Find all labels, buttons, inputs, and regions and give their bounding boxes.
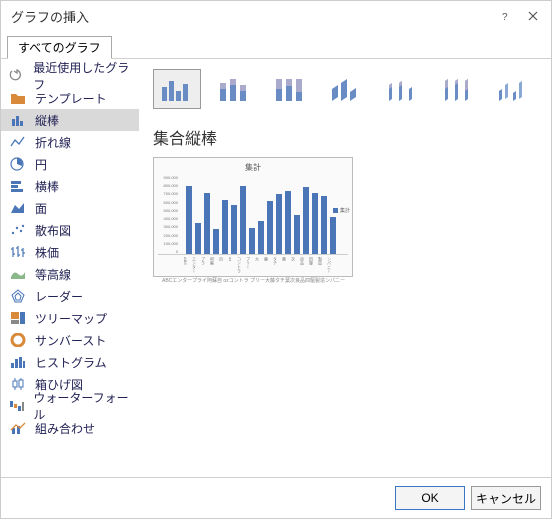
bar [222, 200, 228, 254]
bar [267, 201, 273, 254]
sidebar-item-label: 等高線 [35, 266, 71, 283]
histogram-chart-icon [9, 354, 27, 370]
chart-subtype-row [153, 69, 537, 109]
bar [231, 205, 237, 254]
subtype-100stacked-column[interactable] [265, 69, 313, 109]
subtype-stacked-column[interactable] [209, 69, 257, 109]
bar [321, 196, 327, 254]
scatter-chart-icon [9, 222, 27, 238]
sidebar-item-recent[interactable]: 最近使用したグラフ [1, 65, 139, 87]
surface-chart-icon [9, 266, 27, 282]
preview-title: 集計 [158, 162, 348, 173]
preview-bars [186, 175, 344, 254]
bar [213, 229, 219, 254]
bar [195, 223, 201, 254]
svg-text:?: ? [502, 12, 508, 21]
sidebar-item-pie[interactable]: 円 [1, 153, 139, 175]
sidebar-item-surface[interactable]: 等高線 [1, 263, 139, 285]
close-button[interactable] [519, 4, 547, 28]
help-button[interactable]: ? [491, 4, 519, 28]
dialog-buttons: OK キャンセル [1, 477, 551, 518]
sidebar-item-label: 縦棒 [35, 112, 59, 129]
preview-yaxis: 900,000800,000700,000600,000500,000400,0… [156, 175, 178, 254]
bar [294, 215, 300, 255]
bar [285, 191, 291, 254]
sidebar-item-stock[interactable]: 株価 [1, 241, 139, 263]
cancel-button[interactable]: キャンセル [471, 486, 541, 510]
column-chart-icon [9, 112, 27, 128]
bar [240, 186, 246, 254]
sidebar-item-area[interactable]: 面 [1, 197, 139, 219]
sidebar-item-label: 面 [35, 200, 47, 217]
waterfall-chart-icon [9, 398, 25, 414]
combo-chart-icon [9, 420, 27, 436]
sidebar-item-line[interactable]: 折れ線 [1, 131, 139, 153]
subtype-clustered-column[interactable] [153, 69, 201, 109]
ok-button[interactable]: OK [395, 486, 465, 510]
sunburst-chart-icon [9, 332, 27, 348]
line-chart-icon [9, 134, 27, 150]
bar [312, 193, 318, 254]
chart-subtype-name: 集合縦棒 [153, 125, 537, 149]
subtype-3d-column[interactable] [489, 69, 537, 109]
titlebar: グラフの挿入 ? [1, 1, 551, 31]
sidebar-item-treemap[interactable]: ツリーマップ [1, 307, 139, 329]
chart-category-sidebar: 最近使用したグラフ テンプレート 縦棒 折れ線 円 横棒 [1, 59, 139, 477]
sidebar-item-label: テンプレート [35, 90, 107, 107]
area-chart-icon [9, 200, 27, 216]
sidebar-item-label: 散布図 [35, 222, 71, 239]
sidebar-item-scatter[interactable]: 散布図 [1, 219, 139, 241]
bar [258, 221, 264, 254]
sidebar-item-label: 組み合わせ [35, 420, 95, 437]
preview-legend: 集計 [333, 207, 350, 214]
sidebar-item-label: 折れ線 [35, 134, 71, 151]
bar [303, 187, 309, 254]
bar-chart-icon [9, 178, 27, 194]
dialog-body: 最近使用したグラフ テンプレート 縦棒 折れ線 円 横棒 [1, 59, 551, 477]
sidebar-item-label: ウォーターフォール [33, 389, 131, 423]
sidebar-item-histogram[interactable]: ヒストグラム [1, 351, 139, 373]
sidebar-item-radar[interactable]: レーダー [1, 285, 139, 307]
subtype-3d-100stacked[interactable] [433, 69, 481, 109]
preview-footer: ABCエンタープライ阿蘇自 ozコントラ プリー大藤タチ葉次良品四駆製造ンパニー [162, 277, 348, 284]
tab-all-charts[interactable]: すべてのグラフ [7, 36, 112, 59]
dialog-title: グラフの挿入 [11, 7, 491, 26]
sidebar-item-label: 株価 [35, 244, 59, 261]
box-whisker-icon [9, 376, 27, 392]
legend-swatch [333, 208, 338, 213]
sidebar-item-column[interactable]: 縦棒 [1, 109, 139, 131]
main-panel: 集合縦棒 集計 900,000800,000700,000600,000500,… [139, 59, 551, 477]
bar [276, 194, 282, 254]
sidebar-item-label: サンバースト [35, 332, 106, 349]
bar [249, 228, 255, 254]
recent-icon [9, 68, 25, 84]
sidebar-item-bar[interactable]: 横棒 [1, 175, 139, 197]
sidebar-item-label: 円 [35, 156, 47, 173]
bar [186, 186, 192, 254]
sidebar-item-sunburst[interactable]: サンバースト [1, 329, 139, 351]
subtype-3d-clustered[interactable] [321, 69, 369, 109]
tabstrip: すべてのグラフ [1, 31, 551, 59]
sidebar-item-label: レーダー [35, 288, 83, 305]
chart-preview[interactable]: 集計 900,000800,000700,000600,000500,00040… [153, 157, 353, 277]
sidebar-item-label: 横棒 [35, 178, 59, 195]
sidebar-item-label: ヒストグラム [35, 354, 107, 371]
sidebar-item-label: ツリーマップ [35, 310, 107, 327]
preview-chart-area: 900,000800,000700,000600,000500,000400,0… [158, 175, 348, 255]
subtype-3d-stacked[interactable] [377, 69, 425, 109]
radar-chart-icon [9, 288, 27, 304]
preview-xaxis: ABCエンタープラ阿蘇自ozコントラプリー大藤タチ葉次良品四駆製造ンパニー [182, 255, 348, 275]
sidebar-item-waterfall[interactable]: ウォーターフォール [1, 395, 139, 417]
treemap-chart-icon [9, 310, 27, 326]
folder-icon [9, 90, 27, 106]
pie-chart-icon [9, 156, 27, 172]
insert-chart-dialog: グラフの挿入 ? すべてのグラフ 最近使用したグラフ テンプレート 縦棒 [0, 0, 552, 519]
bar [204, 193, 210, 254]
stock-chart-icon [9, 244, 27, 260]
bar [330, 217, 336, 254]
sidebar-item-label: 最近使用したグラフ [33, 59, 131, 93]
